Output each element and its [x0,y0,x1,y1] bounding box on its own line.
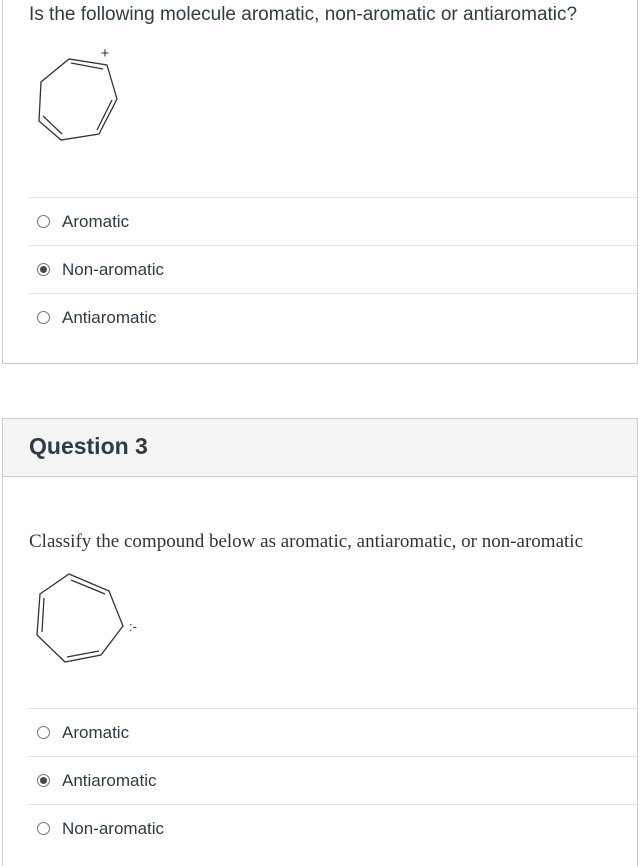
answer-option-aromatic[interactable]: Aromatic [29,708,637,756]
charge-label: + [101,45,110,62]
answer-label: Non-aromatic [62,818,165,838]
answer-option-antiaromatic[interactable]: Antiaromatic [29,293,637,341]
question-panel-3: Question 3 Classify the compound below a… [2,418,638,866]
answer-option-non-aromatic[interactable]: Non-aromatic [29,245,637,293]
radio-button[interactable] [37,311,50,324]
molecule-cycloheptatrienyl-anion: :- [36,573,137,663]
answer-label: Aromatic [62,722,130,742]
question-header: Question 3 [3,419,637,477]
answer-option-antiaromatic[interactable]: Antiaromatic [29,756,637,804]
lone-pair-label: :- [129,619,137,634]
molecule-cycloheptatrienyl-cation: + [38,45,118,141]
answer-label: Non-aromatic [62,259,165,279]
answer-option-non-aromatic[interactable]: Non-aromatic [29,804,637,852]
radio-button-selected[interactable] [37,263,50,276]
answer-label: Antiaromatic [62,770,157,790]
radio-button[interactable] [37,726,50,739]
answer-label: Antiaromatic [62,307,157,327]
radio-button-selected[interactable] [37,774,50,787]
answer-list: Aromatic Non-aromatic Antiaromatic [29,197,637,341]
answer-label: Aromatic [62,211,130,231]
question-title: Question 3 [29,433,148,459]
radio-button[interactable] [37,215,50,228]
answer-option-aromatic[interactable]: Aromatic [29,197,637,245]
radio-button[interactable] [37,822,50,835]
question-prompt: Classify the compound below as aromatic,… [29,531,583,552]
question-panel-top: Is the following molecule aromatic, non-… [2,0,638,364]
question-prompt: Is the following molecule aromatic, non-… [29,4,578,25]
answer-list: Aromatic Antiaromatic Non-aromatic [29,708,637,852]
